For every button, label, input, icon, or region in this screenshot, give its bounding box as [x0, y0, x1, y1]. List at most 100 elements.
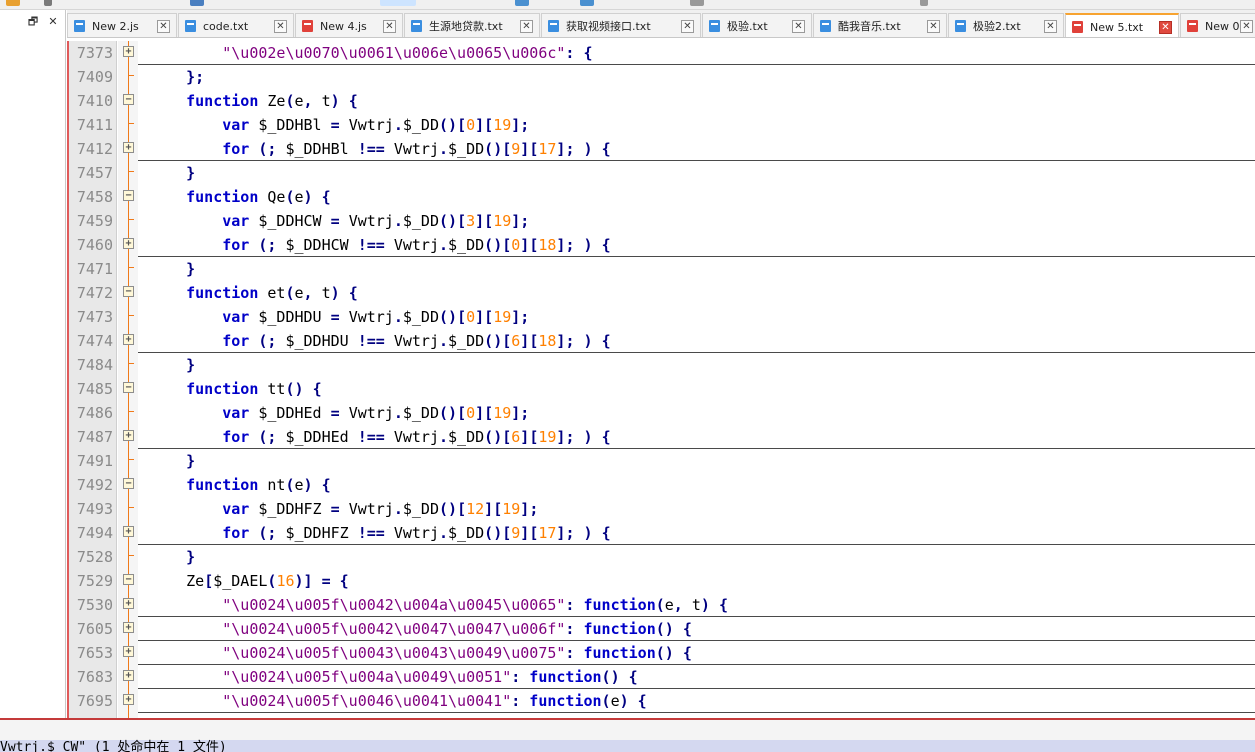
- fold-expand-icon[interactable]: +: [123, 646, 134, 657]
- code-line[interactable]: 7653 + "\u0024\u005f\u0043\u0043\u0049\u0…: [67, 641, 1255, 665]
- code-line[interactable]: 7460 + for (; $_DDHCW !== Vwtrj.$_DD()[0]…: [67, 233, 1255, 257]
- fold-expand-icon[interactable]: +: [123, 622, 134, 633]
- code-line[interactable]: 7530 + "\u0024\u005f\u0042\u004a\u0045\u0…: [67, 593, 1255, 617]
- fold-expand-icon[interactable]: +: [123, 598, 134, 609]
- fold-expand-icon[interactable]: +: [123, 526, 134, 537]
- tab-close-icon[interactable]: ✕: [157, 19, 170, 33]
- fold-collapse-icon[interactable]: −: [123, 190, 134, 201]
- code-line[interactable]: 7484 }: [67, 352, 1255, 377]
- code-line[interactable]: 7457 }: [67, 160, 1255, 185]
- code-line[interactable]: 7474 + for (; $_DDHDU !== Vwtrj.$_DD()[6]…: [67, 329, 1255, 353]
- tab[interactable]: 极验.txt ✕: [702, 13, 812, 37]
- line-number: 7474: [76, 332, 113, 350]
- line-number: 7653: [76, 644, 113, 662]
- toolbar-button[interactable]: [44, 0, 52, 6]
- tab-label: New 5.txt: [1090, 20, 1144, 34]
- code-line[interactable]: 7458− function Qe(e) {: [67, 185, 1255, 209]
- fold-expand-icon[interactable]: +: [123, 334, 134, 345]
- toolbar-button[interactable]: [690, 0, 704, 6]
- code-line[interactable]: 7529− Ze[$_DAEL(16)] = {: [67, 569, 1255, 593]
- tab-label: code.txt: [203, 19, 249, 33]
- tab-close-icon[interactable]: ✕: [1240, 19, 1253, 33]
- tab-close-icon[interactable]: ✕: [927, 19, 940, 33]
- code-line[interactable]: 7373 + "\u002e\u0070\u0061\u006e\u0065\u0…: [67, 41, 1255, 65]
- tab-label: 获取视频接口.txt: [566, 20, 651, 33]
- fold-expand-icon[interactable]: +: [123, 238, 134, 249]
- toolbar-button[interactable]: [380, 0, 416, 6]
- fold-expand-icon[interactable]: +: [123, 670, 134, 681]
- fold-collapse-icon[interactable]: −: [123, 94, 134, 105]
- code-line[interactable]: 7494 + for (; $_DDHFZ !== Vwtrj.$_DD()[9]…: [67, 521, 1255, 545]
- fold-expand-icon[interactable]: +: [123, 46, 134, 57]
- code-text: for (; $_DDHBl !== Vwtrj.$_DD()[9][17]; …: [222, 140, 611, 158]
- code-line[interactable]: 7409 };: [67, 64, 1255, 89]
- tab-close-icon[interactable]: ✕: [520, 19, 533, 33]
- line-number: 7493: [76, 500, 113, 518]
- fold-collapse-icon[interactable]: −: [123, 574, 134, 585]
- fold-collapse-icon[interactable]: −: [123, 382, 134, 393]
- tab[interactable]: 生源地贷款.txt ✕: [404, 13, 540, 37]
- line-number: 7411: [76, 116, 113, 134]
- code-line[interactable]: 7472− function et(e, t) {: [67, 281, 1255, 305]
- code-line[interactable]: 7459 var $_DDHCW = Vwtrj.$_DD()[3][19];: [67, 208, 1255, 233]
- code-line[interactable]: 7695 + "\u0024\u005f\u0046\u0041\u0041": …: [67, 689, 1255, 713]
- tab-bar: New 2.js ✕ code.txt ✕ New 4.js ✕ 生源地贷款.txt ✕ 获取视…: [67, 10, 1255, 38]
- code-text: }: [186, 356, 196, 374]
- line-number: 7605: [76, 620, 113, 638]
- code-line[interactable]: 7411 var $_DDHBl = Vwtrj.$_DD()[0][19];: [67, 112, 1255, 137]
- code-line[interactable]: 7683 + "\u0024\u005f\u004a\u0049\u0051": …: [67, 665, 1255, 689]
- tab[interactable]: code.txt ✕: [178, 13, 294, 37]
- toolbar-button[interactable]: [515, 0, 529, 6]
- tab[interactable]: New 5.txt ✕: [1065, 13, 1179, 37]
- tab[interactable]: New 4.js ✕: [295, 13, 403, 37]
- fold-collapse-icon[interactable]: −: [123, 286, 134, 297]
- code-line[interactable]: 7471 }: [67, 256, 1255, 281]
- line-number: 7409: [76, 68, 113, 86]
- code-editor[interactable]: 7373 + "\u002e\u0070\u0061\u006e\u0065\u0…: [67, 41, 1255, 718]
- code-text: }: [186, 164, 196, 182]
- tab-close-icon[interactable]: ✕: [1044, 19, 1057, 33]
- code-text: }: [186, 452, 196, 470]
- code-line[interactable]: 7485− function tt() {: [67, 377, 1255, 401]
- line-number: 7528: [76, 548, 113, 566]
- code-line[interactable]: 7493 var $_DDHFZ = Vwtrj.$_DD()[12][19];: [67, 496, 1255, 521]
- tab-label: New 2.js: [92, 19, 139, 33]
- tab-close-icon[interactable]: ✕: [274, 19, 287, 33]
- close-icon[interactable]: ✕: [46, 15, 60, 29]
- line-number: 7529: [76, 572, 113, 590]
- toolbar-button[interactable]: [190, 0, 204, 6]
- code-line[interactable]: 7528 }: [67, 544, 1255, 569]
- code-line[interactable]: 7410− function Ze(e, t) {: [67, 89, 1255, 113]
- restore-window-icon[interactable]: 🗗: [26, 15, 40, 29]
- line-number: 7484: [76, 356, 113, 374]
- tab[interactable]: New 2.js ✕: [67, 13, 177, 37]
- code-text: };: [186, 68, 205, 86]
- code-text: var $_DDHEd = Vwtrj.$_DD()[0][19];: [222, 404, 530, 422]
- code-line[interactable]: 7605 + "\u0024\u005f\u0042\u0047\u0047\u0…: [67, 617, 1255, 641]
- code-text: var $_DDHFZ = Vwtrj.$_DD()[12][19];: [222, 500, 539, 518]
- find-results-header[interactable]: Vwtrj.$_CW" (1 处命中在 1 文件): [0, 740, 1255, 752]
- toolbar-button[interactable]: [920, 0, 928, 6]
- code-line[interactable]: 7487 + for (; $_DDHEd !== Vwtrj.$_DD()[6]…: [67, 425, 1255, 449]
- tab-close-icon[interactable]: ✕: [383, 19, 396, 33]
- line-number: 7494: [76, 524, 113, 542]
- code-line[interactable]: 7412 + for (; $_DDHBl !== Vwtrj.$_DD()[9]…: [67, 137, 1255, 161]
- toolbar-button[interactable]: [6, 0, 20, 6]
- code-line[interactable]: 7473 var $_DDHDU = Vwtrj.$_DD()[0][19];: [67, 304, 1255, 329]
- tab-close-icon[interactable]: ✕: [792, 19, 805, 33]
- fold-expand-icon[interactable]: +: [123, 142, 134, 153]
- tab[interactable]: New 0 ✕: [1180, 13, 1255, 37]
- fold-expand-icon[interactable]: +: [123, 694, 134, 705]
- fold-expand-icon[interactable]: +: [123, 430, 134, 441]
- saved-file-icon: [185, 20, 196, 32]
- code-line[interactable]: 7486 var $_DDHEd = Vwtrj.$_DD()[0][19];: [67, 400, 1255, 425]
- code-line[interactable]: 7491 }: [67, 448, 1255, 473]
- toolbar-button[interactable]: [580, 0, 594, 6]
- tab[interactable]: 酷我音乐.txt ✕: [813, 13, 947, 37]
- fold-collapse-icon[interactable]: −: [123, 478, 134, 489]
- tab-close-icon[interactable]: ✕: [681, 19, 694, 33]
- tab[interactable]: 获取视频接口.txt ✕: [541, 13, 701, 37]
- code-line[interactable]: 7492− function nt(e) {: [67, 473, 1255, 497]
- tab[interactable]: 极验2.txt ✕: [948, 13, 1064, 37]
- tab-close-icon[interactable]: ✕: [1159, 20, 1172, 34]
